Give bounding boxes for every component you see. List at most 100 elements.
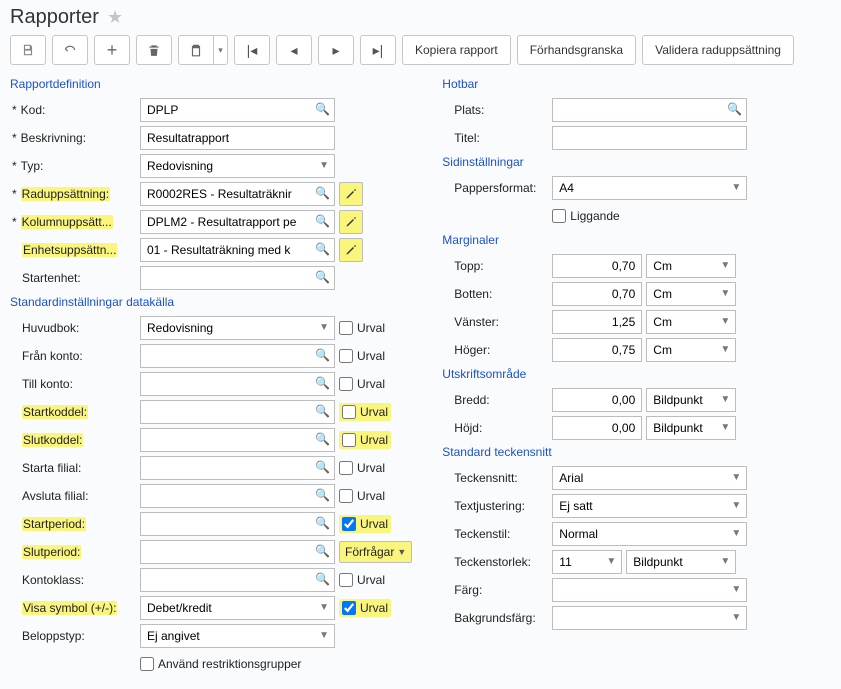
bredd-input[interactable] — [552, 388, 642, 412]
hojd-input[interactable] — [552, 416, 642, 440]
label-startenhet: Startenhet: — [10, 271, 140, 285]
clipboard-dropdown[interactable]: ▾ — [214, 35, 228, 65]
save-button[interactable] — [10, 35, 46, 65]
label-enhetsuppsattning: Enhetsuppsättn... — [10, 243, 140, 257]
huvudbok-urval[interactable]: Urval — [339, 321, 385, 335]
visasymbol-urval[interactable]: Urval — [339, 599, 391, 617]
slutkoddel-urval[interactable]: Urval — [339, 431, 391, 449]
startkoddel-input[interactable] — [140, 400, 335, 424]
label-farg: Färg: — [442, 583, 552, 597]
section-utskriftsomrade: Utskriftsområde — [442, 367, 831, 381]
nav-last-button[interactable]: ▸| — [360, 35, 396, 65]
teckenstorlek-unit-select[interactable] — [626, 550, 736, 574]
nav-prev-button[interactable]: ◂ — [276, 35, 312, 65]
startperiod-urval[interactable]: Urval — [339, 515, 391, 533]
frankonto-urval[interactable]: Urval — [339, 349, 385, 363]
bredd-unit-select[interactable] — [646, 388, 736, 412]
kontoklass-input[interactable] — [140, 568, 335, 592]
chevron-down-icon: ▼ — [397, 547, 406, 557]
vanster-unit-select[interactable] — [646, 310, 736, 334]
label-titel: Titel: — [442, 131, 552, 145]
label-hoger: Höger: — [442, 343, 552, 357]
startafilial-urval[interactable]: Urval — [339, 461, 385, 475]
vanster-input[interactable] — [552, 310, 642, 334]
kolumnuppsattning-edit-button[interactable] — [339, 210, 363, 234]
save-icon — [21, 43, 35, 57]
label-pappersformat: Pappersformat: — [442, 181, 552, 195]
typ-select[interactable] — [140, 154, 335, 178]
preview-button[interactable]: Förhandsgranska — [517, 35, 636, 65]
startafilial-input[interactable] — [140, 456, 335, 480]
farg-select[interactable] — [552, 578, 747, 602]
kontoklass-urval[interactable]: Urval — [339, 573, 385, 587]
tillkonto-urval[interactable]: Urval — [339, 377, 385, 391]
label-beskrivning: *Beskrivning: — [10, 131, 140, 145]
label-slutkoddel: Slutkoddel: — [10, 433, 140, 447]
label-kod: *Kod: — [10, 103, 140, 117]
label-teckenstorlek: Teckenstorlek: — [442, 555, 552, 569]
validate-rowset-button[interactable]: Validera raduppsättning — [642, 35, 794, 65]
label-startafilial: Starta filial: — [10, 461, 140, 475]
hoger-input[interactable] — [552, 338, 642, 362]
hoger-unit-select[interactable] — [646, 338, 736, 362]
raduppsattning-input[interactable] — [140, 182, 335, 206]
pencil-icon — [345, 244, 357, 256]
label-tillkonto: Till konto: — [10, 377, 140, 391]
pencil-icon — [345, 188, 357, 200]
label-teckensnitt: Teckensnitt: — [442, 471, 552, 485]
topp-unit-select[interactable] — [646, 254, 736, 278]
bakgrundsfarg-select[interactable] — [552, 606, 747, 630]
plus-icon: + — [107, 40, 118, 61]
visasymbol-select[interactable] — [140, 596, 335, 620]
raduppsattning-edit-button[interactable] — [339, 182, 363, 206]
undo-button[interactable] — [52, 35, 88, 65]
pappersformat-select[interactable] — [552, 176, 747, 200]
beskrivning-input[interactable] — [140, 126, 335, 150]
favorite-star-icon[interactable]: ★ — [107, 7, 123, 28]
undo-icon — [63, 43, 77, 57]
copy-report-button[interactable]: Kopiera rapport — [402, 35, 511, 65]
avslutafilial-input[interactable] — [140, 484, 335, 508]
delete-button[interactable] — [136, 35, 172, 65]
label-startperiod: Startperiod: — [10, 517, 140, 531]
tillkonto-input[interactable] — [140, 372, 335, 396]
label-slutperiod: Slutperiod: — [10, 545, 140, 559]
textjustering-select[interactable] — [552, 494, 747, 518]
titel-input[interactable] — [552, 126, 747, 150]
slutperiod-input[interactable] — [140, 540, 335, 564]
label-beloppstyp: Beloppstyp: — [10, 629, 140, 643]
label-textjustering: Textjustering: — [442, 499, 552, 513]
add-button[interactable]: + — [94, 35, 130, 65]
teckenstil-select[interactable] — [552, 522, 747, 546]
avslutafilial-urval[interactable]: Urval — [339, 489, 385, 503]
startperiod-input[interactable] — [140, 512, 335, 536]
frankonto-input[interactable] — [140, 344, 335, 368]
enhetsuppsattning-input[interactable] — [140, 238, 335, 262]
startenhet-input[interactable] — [140, 266, 335, 290]
plats-input[interactable] — [552, 98, 747, 122]
clipboard-button[interactable] — [178, 35, 214, 65]
slutperiod-forfragar-dropdown[interactable]: Förfrågar▼ — [339, 541, 412, 563]
hojd-unit-select[interactable] — [646, 416, 736, 440]
startkoddel-urval[interactable]: Urval — [339, 403, 391, 421]
botten-input[interactable] — [552, 282, 642, 306]
restriktionsgrupper-checkbox[interactable]: Använd restriktionsgrupper — [140, 657, 301, 671]
section-rapportdefinition: Rapportdefinition — [10, 77, 412, 91]
enhetsuppsattning-edit-button[interactable] — [339, 238, 363, 262]
teckensnitt-select[interactable] — [552, 466, 747, 490]
beloppstyp-select[interactable] — [140, 624, 335, 648]
kolumnuppsattning-input[interactable] — [140, 210, 335, 234]
label-kontoklass: Kontoklass: — [10, 573, 140, 587]
nav-next-button[interactable]: ▸ — [318, 35, 354, 65]
botten-unit-select[interactable] — [646, 282, 736, 306]
liggande-checkbox[interactable]: Liggande — [552, 209, 619, 223]
last-icon: ▸| — [373, 42, 384, 59]
section-standard-teckensnitt: Standard teckensnitt — [442, 445, 831, 459]
huvudbok-select[interactable] — [140, 316, 335, 340]
topp-input[interactable] — [552, 254, 642, 278]
kod-input[interactable] — [140, 98, 335, 122]
nav-first-button[interactable]: |◂ — [234, 35, 270, 65]
teckenstorlek-select[interactable] — [552, 550, 622, 574]
pencil-icon — [345, 216, 357, 228]
slutkoddel-input[interactable] — [140, 428, 335, 452]
